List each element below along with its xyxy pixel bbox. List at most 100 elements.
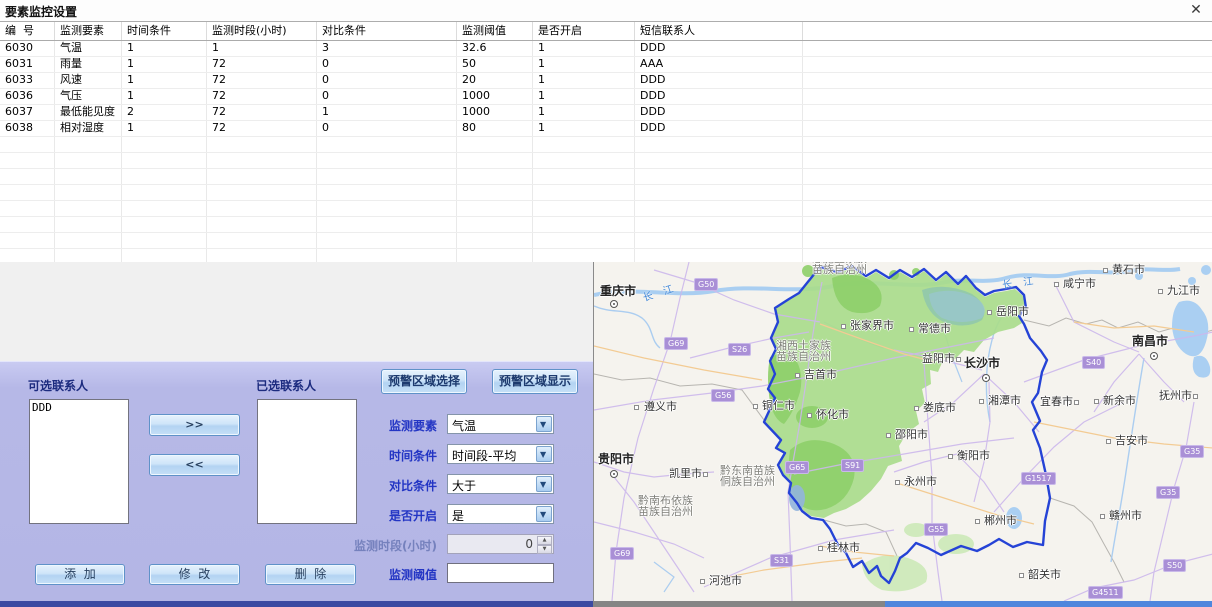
table-cell xyxy=(457,169,533,184)
table-row[interactable]: 6038相对湿度1720801DDD xyxy=(0,121,1212,137)
blue-overlay-patch xyxy=(789,485,805,511)
table-cell xyxy=(317,185,457,200)
column-header[interactable]: 监测要素 xyxy=(55,22,122,40)
table-row[interactable] xyxy=(0,217,1212,233)
time-condition-select[interactable]: 时间段-平均 ▼ xyxy=(447,444,554,464)
table-cell: 3 xyxy=(317,41,457,56)
chevron-down-icon: ▼ xyxy=(540,420,546,429)
column-header[interactable]: 编 号 xyxy=(0,22,55,40)
map-canvas[interactable]: 重庆市遵义市铜仁市张家界市吉首市怀化市常德市益阳市岳阳市长沙市湘潭市娄底市邵阳市… xyxy=(593,262,1212,601)
city-label: 张家界市 xyxy=(850,320,894,331)
column-header[interactable]: 监测时段(小时) xyxy=(207,22,317,40)
compare-condition-select[interactable]: 大于 ▼ xyxy=(447,474,554,494)
city-label: 岳阳市 xyxy=(996,306,1029,317)
city-label: 长沙市 xyxy=(964,358,1000,369)
table-cell: 1 xyxy=(533,41,635,56)
chevron-down-icon: ▼ xyxy=(540,480,546,489)
table-cell xyxy=(803,41,1212,56)
region-label: 黔南布依族苗族自治州 xyxy=(638,495,693,517)
table-row[interactable]: 6036气压172010001DDD xyxy=(0,89,1212,105)
element-monitor-window: 要素监控设置 ✕ 编 号监测要素时间条件监测时段(小时)对比条件监测阈值是否开启… xyxy=(0,0,1212,607)
table-cell xyxy=(207,217,317,232)
table-cell xyxy=(635,249,803,263)
warning-area-display-button[interactable]: 预警区域显示 xyxy=(492,369,578,394)
table-cell xyxy=(803,121,1212,136)
table-cell xyxy=(317,233,457,248)
road-badge: G35 xyxy=(1156,486,1180,499)
table-cell: 1 xyxy=(122,73,207,88)
table-row[interactable] xyxy=(0,201,1212,217)
table-row[interactable]: 6037最低能见度272110001DDD xyxy=(0,105,1212,121)
dropdown-button[interactable]: ▼ xyxy=(536,476,552,492)
column-header-filler xyxy=(803,22,1212,40)
move-left-button[interactable]: << xyxy=(149,454,240,476)
column-header[interactable]: 对比条件 xyxy=(317,22,457,40)
move-right-button[interactable]: >> xyxy=(149,414,240,436)
dropdown-button[interactable]: ▼ xyxy=(536,506,552,522)
threshold-input[interactable] xyxy=(447,563,554,583)
add-button[interactable]: 添 加 xyxy=(35,564,125,585)
enabled-select[interactable]: 是 ▼ xyxy=(447,504,554,524)
table-cell xyxy=(317,137,457,152)
table-cell xyxy=(55,137,122,152)
table-cell xyxy=(533,185,635,200)
monitor-hours-stepper[interactable]: 0 ▲ ▼ xyxy=(447,534,554,554)
city-label: 韶关市 xyxy=(1028,569,1061,580)
column-header[interactable]: 时间条件 xyxy=(122,22,207,40)
table-cell: 0 xyxy=(317,73,457,88)
table-header-row: 编 号监测要素时间条件监测时段(小时)对比条件监测阈值是否开启短信联系人 xyxy=(0,22,1212,41)
road-badge: S91 xyxy=(841,459,864,472)
monitor-element-select[interactable]: 气温 ▼ xyxy=(447,414,554,434)
table-cell: 0 xyxy=(317,121,457,136)
table-cell: 32.6 xyxy=(457,41,533,56)
table-row[interactable] xyxy=(0,249,1212,263)
close-icon[interactable]: ✕ xyxy=(1187,1,1205,19)
road-badge: G69 xyxy=(664,337,688,350)
city-label: 吉首市 xyxy=(804,369,837,380)
table-cell xyxy=(0,249,55,263)
column-header[interactable]: 监测阈值 xyxy=(457,22,533,40)
table-cell xyxy=(207,185,317,200)
spin-down-icon[interactable]: ▼ xyxy=(537,545,552,554)
table-row[interactable] xyxy=(0,137,1212,153)
dropdown-button[interactable]: ▼ xyxy=(536,416,552,432)
table-cell xyxy=(803,153,1212,168)
monitor-table: 编 号监测要素时间条件监测时段(小时)对比条件监测阈值是否开启短信联系人 603… xyxy=(0,21,1212,263)
city-marker-icon xyxy=(700,579,705,584)
compare-condition-label: 对比条件 xyxy=(300,477,437,494)
threshold-label: 监测阈值 xyxy=(300,566,437,583)
table-row[interactable] xyxy=(0,153,1212,169)
city-label: 抚州市 xyxy=(1159,390,1192,401)
dropdown-button[interactable]: ▼ xyxy=(536,446,552,462)
table-row[interactable]: 6031雨量1720501AAA xyxy=(0,57,1212,73)
list-item[interactable]: DDD xyxy=(30,400,128,414)
table-row[interactable]: 6030气温11332.61DDD xyxy=(0,41,1212,57)
city-label: 铜仁市 xyxy=(762,400,795,411)
city-marker-icon xyxy=(807,413,812,418)
city-label: 衡阳市 xyxy=(957,450,990,461)
column-header[interactable]: 是否开启 xyxy=(533,22,635,40)
table-cell xyxy=(0,137,55,152)
city-label: 南昌市 xyxy=(1132,336,1168,347)
city-label: 宜春市 xyxy=(1040,396,1073,407)
spin-up-icon[interactable]: ▲ xyxy=(537,536,552,545)
table-row[interactable] xyxy=(0,185,1212,201)
available-contacts-list[interactable]: DDD xyxy=(29,399,129,524)
city-label: 河池市 xyxy=(709,575,742,586)
warning-area-select-button[interactable]: 预警区域选择 xyxy=(381,369,467,394)
column-header[interactable]: 短信联系人 xyxy=(635,22,803,40)
table-cell xyxy=(635,137,803,152)
table-row[interactable] xyxy=(0,169,1212,185)
table-cell xyxy=(55,217,122,232)
table-cell xyxy=(317,249,457,263)
table-cell xyxy=(55,169,122,184)
city-label: 郴州市 xyxy=(984,515,1017,526)
modify-button[interactable]: 修 改 xyxy=(149,564,240,585)
table-cell: 风速 xyxy=(55,73,122,88)
map-scrollbar-thumb[interactable] xyxy=(885,601,1212,607)
table-cell: 6036 xyxy=(0,89,55,104)
table-row[interactable] xyxy=(0,233,1212,249)
table-cell: 1 xyxy=(533,57,635,72)
table-row[interactable]: 6033风速1720201DDD xyxy=(0,73,1212,89)
chevron-down-icon: ▼ xyxy=(540,450,546,459)
